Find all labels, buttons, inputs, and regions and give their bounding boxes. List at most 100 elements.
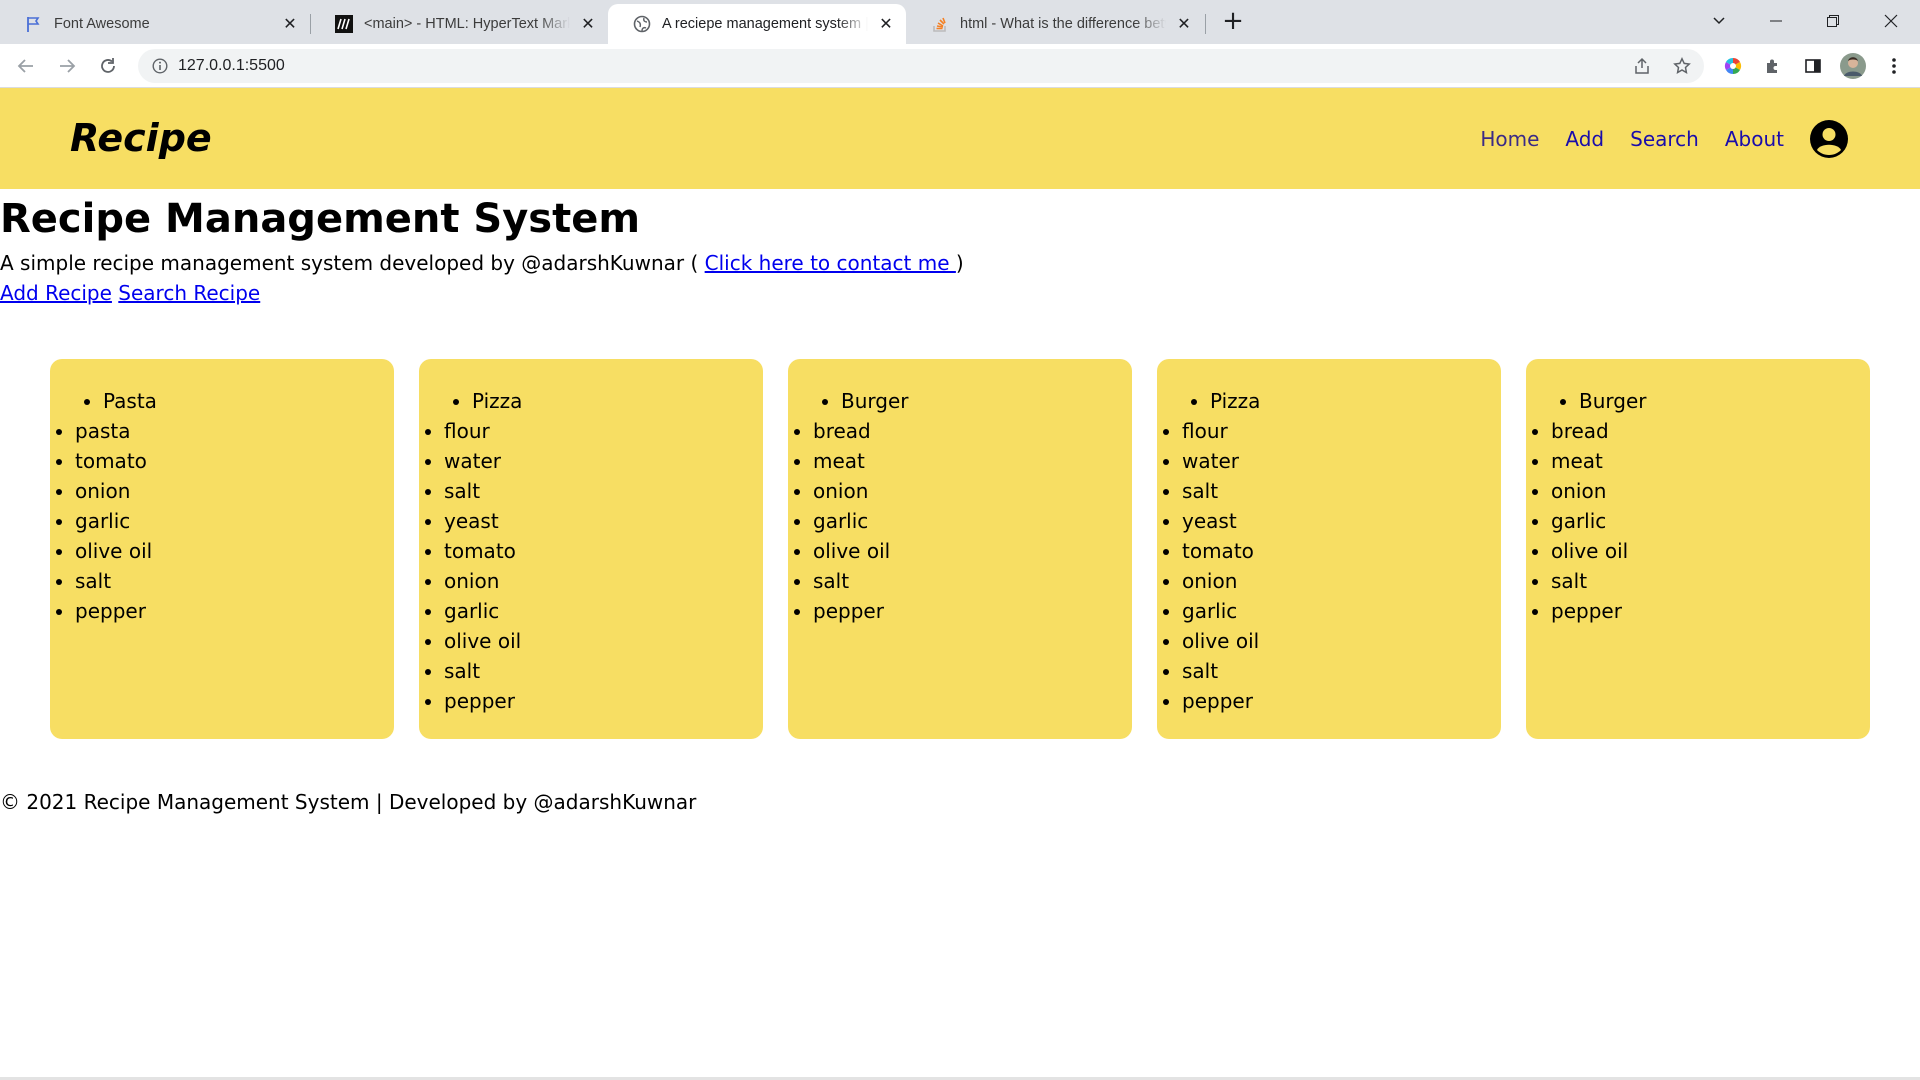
ingredient-item: onion [1551,476,1870,506]
ingredient-item: salt [1182,476,1501,506]
ingredient-list: pastatomatooniongarlicolive oilsaltpeppe… [50,416,394,626]
recipe-name-list: Pizza [419,386,763,416]
quick-links: Add Recipe Search Recipe [0,281,260,305]
ingredient-item: bread [1551,416,1870,446]
ingredient-item: olive oil [444,626,763,656]
recipe-name: Pasta [103,386,394,416]
globe-icon [632,14,652,34]
recipe-name: Pizza [472,386,763,416]
tab-search-chevron-icon[interactable] [1696,4,1742,38]
nav-link-home[interactable]: Home [1480,127,1539,151]
nav-link-add[interactable]: Add [1565,127,1604,151]
close-tab-icon[interactable]: ✕ [876,14,896,34]
browser-tab-stackoverflow[interactable]: html - What is the difference between ✕ [906,4,1204,44]
profile-avatar[interactable] [1839,52,1867,80]
page-footer: © 2021 Recipe Management System | Develo… [0,790,697,814]
browser-menu-icon[interactable] [1880,52,1908,80]
ingredient-item: pepper [444,686,763,716]
nav-links: Home Add Search About [1480,88,1848,189]
recipe-card: Pastapastatomatooniongarlicolive oilsalt… [50,359,394,739]
side-panel-icon[interactable] [1799,52,1827,80]
ingredient-item: salt [1182,656,1501,686]
site-info-icon[interactable] [150,56,170,76]
color-extension-icon[interactable] [1719,52,1747,80]
ingredient-item: pepper [75,596,394,626]
browser-tab-font-awesome[interactable]: Font Awesome ✕ [0,4,310,44]
ingredient-item: yeast [444,506,763,536]
close-tab-icon[interactable]: ✕ [280,14,300,34]
new-tab-icon[interactable]: + [1219,8,1247,36]
ingredient-item: onion [813,476,1132,506]
intro-prefix: A simple recipe management system develo… [0,251,705,275]
recipe-card: Burgerbreadmeatoniongarlicolive oilsaltp… [1526,359,1870,739]
page-title: Recipe Management System [0,196,641,242]
contact-link[interactable]: Click here to contact me [705,251,956,275]
ingredient-item: pepper [1182,686,1501,716]
ingredient-item: garlic [813,506,1132,536]
add-recipe-link[interactable]: Add Recipe [0,281,112,305]
site-navbar: Recipe Home Add Search About [0,88,1920,189]
close-tab-icon[interactable]: ✕ [578,14,598,34]
ingredient-item: garlic [1182,596,1501,626]
site-brand[interactable]: Recipe [70,116,212,160]
tab-title: html - What is the difference between [960,16,1166,32]
recipe-card: Burgerbreadmeatoniongarlicolive oilsaltp… [788,359,1132,739]
reload-icon[interactable] [94,52,122,80]
ingredient-list: breadmeatoniongarlicolive oilsaltpepper [1526,416,1870,626]
ingredient-item: salt [75,566,394,596]
restore-icon[interactable] [1810,4,1856,38]
recipe-name: Burger [841,386,1132,416]
recipe-name-list: Burger [788,386,1132,416]
ingredient-item: tomato [1182,536,1501,566]
ingredient-item: garlic [75,506,394,536]
recipe-name: Pizza [1210,386,1501,416]
tab-title: A reciepe management system | Recipe [662,16,868,32]
recipe-name: Burger [1579,386,1870,416]
ingredient-item: tomato [75,446,394,476]
share-icon[interactable] [1632,56,1652,76]
intro-suffix: ) [955,251,964,275]
ingredient-item: pepper [1551,596,1870,626]
ingredient-item: pepper [813,596,1132,626]
browser-tab-active[interactable]: A reciepe management system | Recipe ✕ [608,4,906,44]
ingredient-item: tomato [444,536,763,566]
ingredient-item: yeast [1182,506,1501,536]
intro-text: A simple recipe management system develo… [0,251,964,275]
ingredient-item: pasta [75,416,394,446]
recipe-cards: Pastapastatomatooniongarlicolive oilsalt… [50,359,1870,739]
ingredient-item: meat [1551,446,1870,476]
flag-icon [24,14,44,34]
back-arrow-icon[interactable] [12,52,40,80]
minimize-icon[interactable] [1753,4,1799,38]
ingredient-item: salt [813,566,1132,596]
stackoverflow-icon [930,14,950,34]
nav-link-search[interactable]: Search [1630,127,1699,151]
ingredient-item: olive oil [813,536,1132,566]
ingredient-item: salt [1551,566,1870,596]
web-page: Recipe Home Add Search About Recipe Mana… [0,88,1920,1080]
address-bar[interactable]: 127.0.0.1:5500 [138,49,1704,83]
browser-tab-mdn[interactable]: <main> - HTML: HyperText Markup Language… [310,4,608,44]
ingredient-item: olive oil [75,536,394,566]
mdn-icon [334,14,354,34]
ingredient-item: salt [444,656,763,686]
tab-title: Font Awesome [54,16,150,32]
recipe-card: Pizzaflourwatersaltyeasttomatooniongarli… [419,359,763,739]
search-recipe-link[interactable]: Search Recipe [118,281,260,305]
tab-title: <main> - HTML: HyperText Markup Language… [364,16,570,32]
ingredient-item: onion [1182,566,1501,596]
ingredient-item: salt [444,476,763,506]
ingredient-item: olive oil [1551,536,1870,566]
browser-toolbar: 127.0.0.1:5500 [0,44,1920,88]
browser-tab-strip: Font Awesome ✕ <main> - HTML: HyperText … [0,0,1920,44]
close-window-icon[interactable] [1868,4,1914,38]
bookmark-star-icon[interactable] [1672,56,1692,76]
ingredient-list: breadmeatoniongarlicolive oilsaltpepper [788,416,1132,626]
close-tab-icon[interactable]: ✕ [1174,14,1194,34]
ingredient-item: garlic [1551,506,1870,536]
forward-arrow-icon[interactable] [53,52,81,80]
ingredient-item: garlic [444,596,763,626]
user-circle-icon[interactable] [1810,119,1848,158]
nav-link-about[interactable]: About [1725,127,1784,151]
extensions-puzzle-icon[interactable] [1759,52,1787,80]
